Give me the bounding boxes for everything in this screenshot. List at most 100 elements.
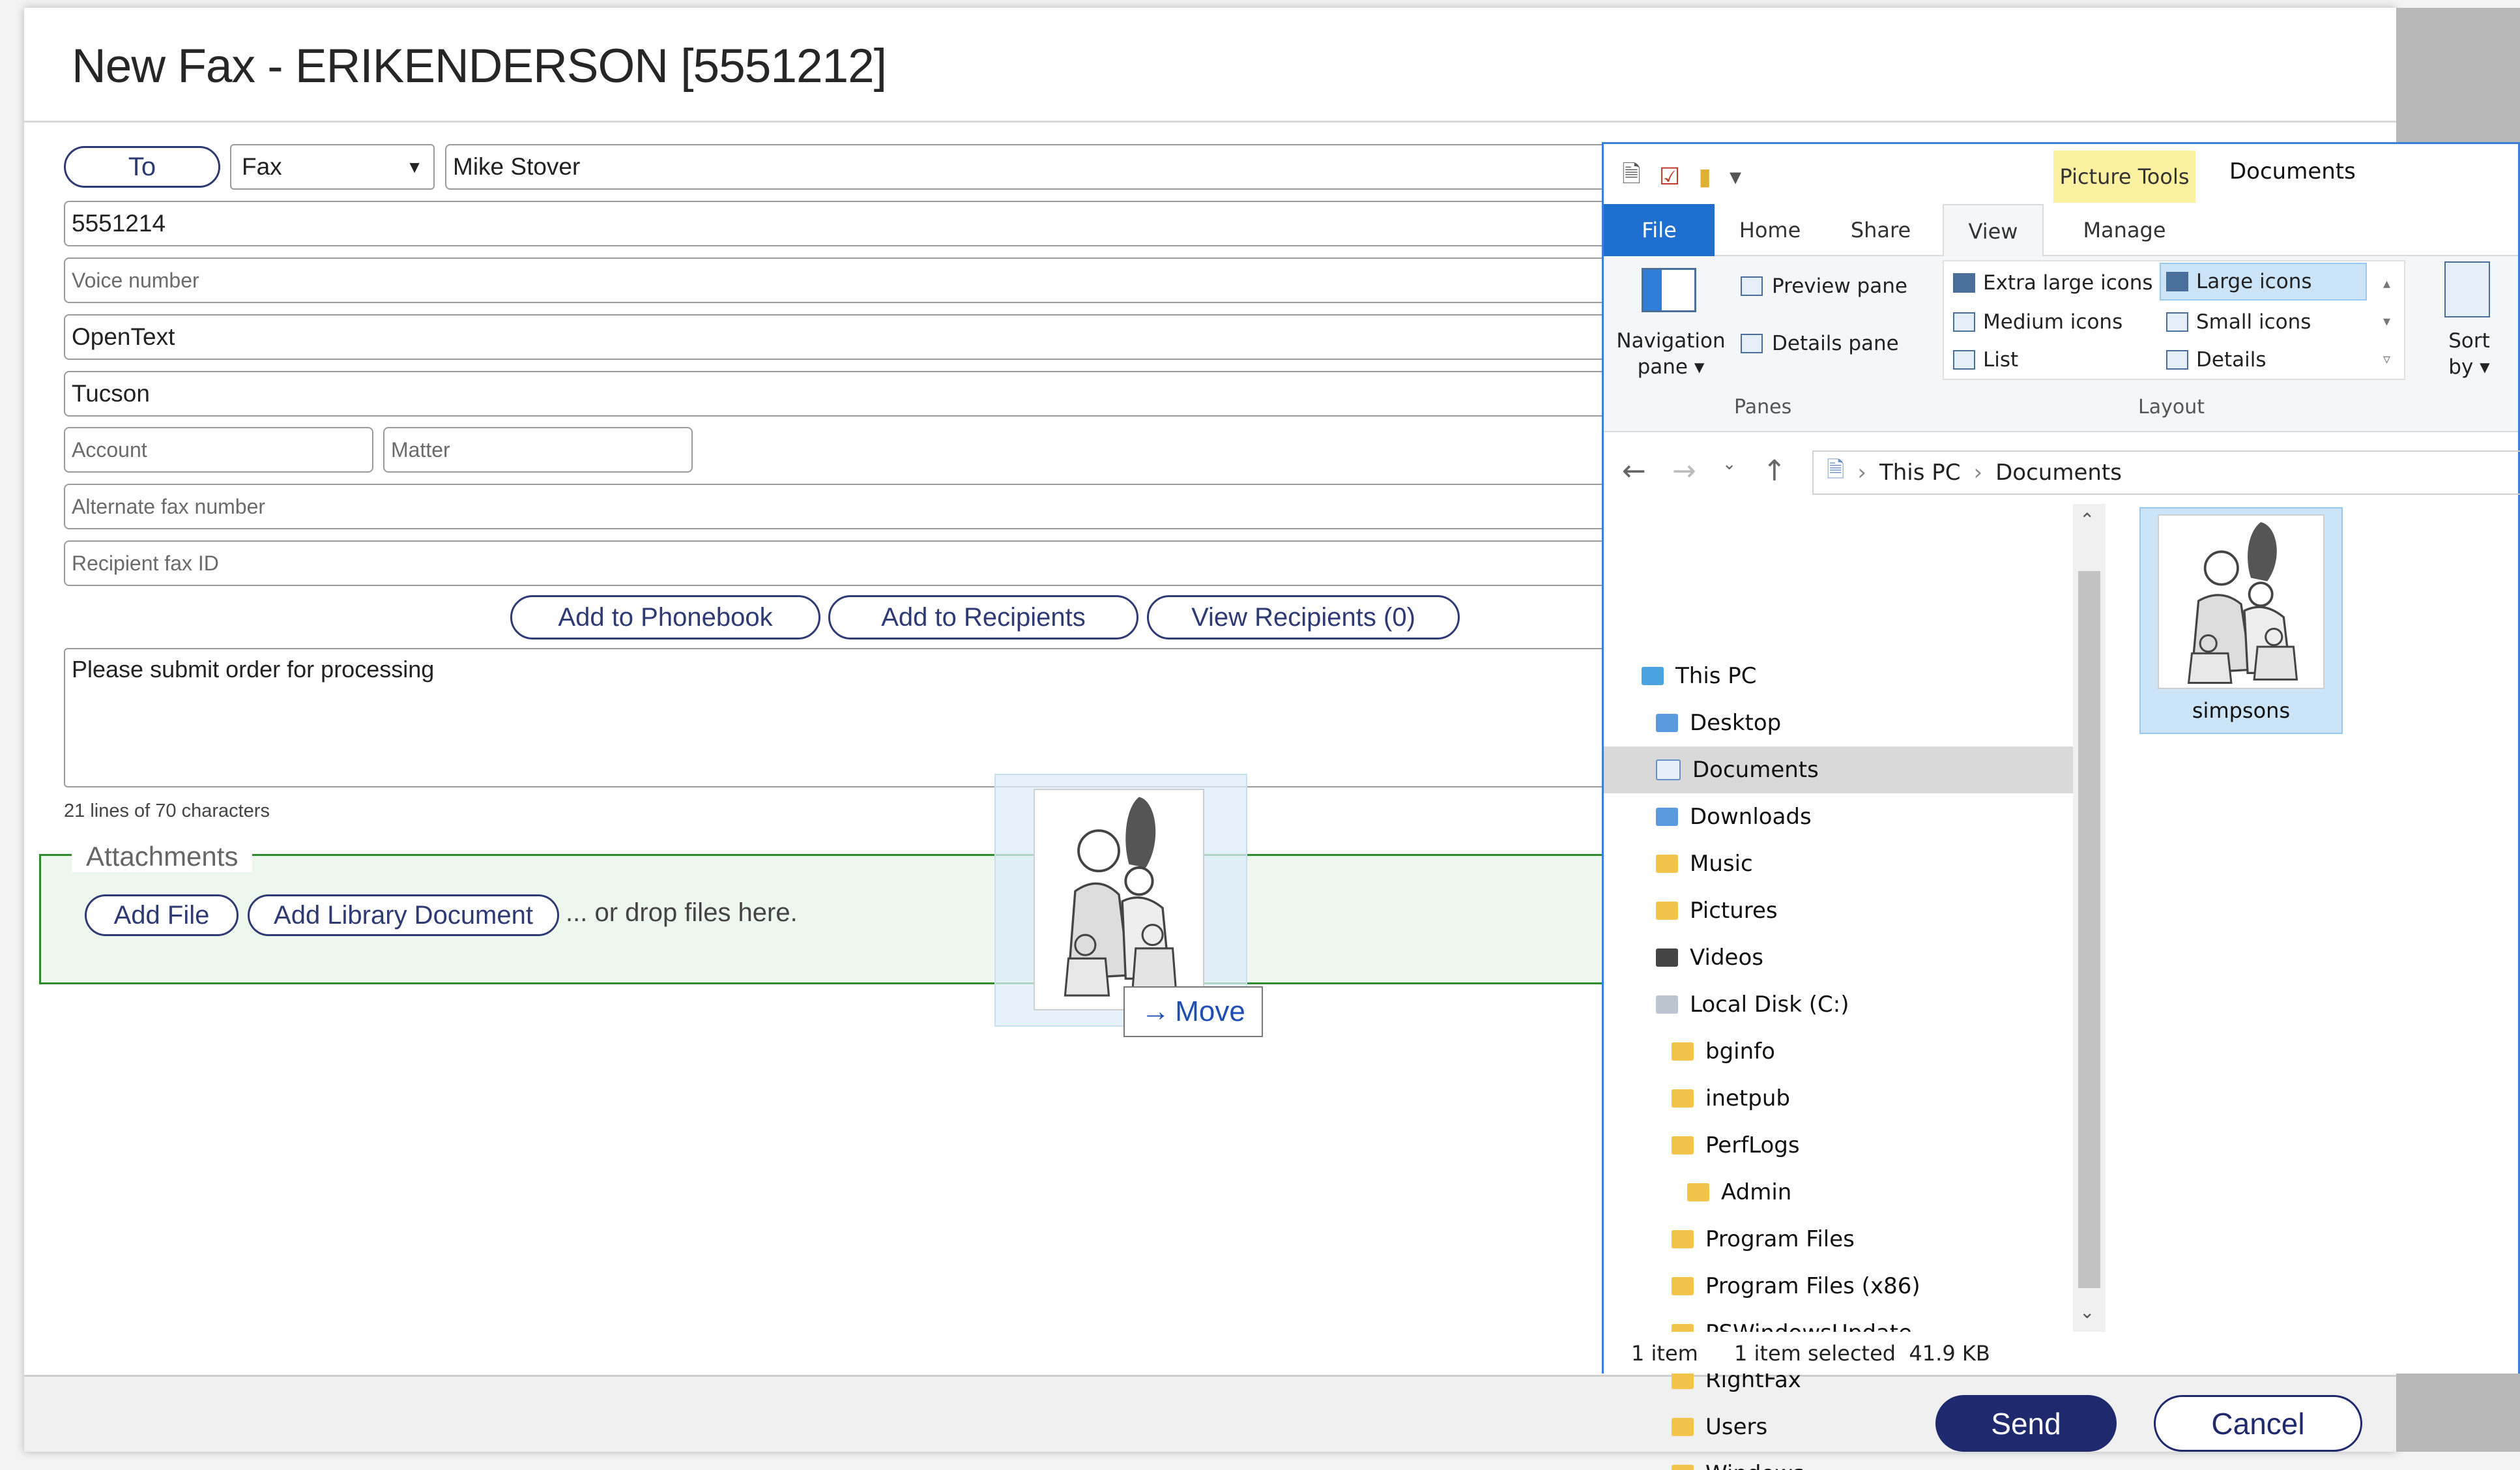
tree-scrollbar-thumb[interactable] xyxy=(2078,571,2100,1288)
properties-icon[interactable]: 🗎 xyxy=(1622,157,1641,197)
recent-locations-icon[interactable]: ⌄ xyxy=(1722,454,1737,488)
back-arrow-icon[interactable]: ← xyxy=(1622,454,1646,488)
tab-share[interactable]: Share xyxy=(1825,204,1936,256)
city-field[interactable]: Tucson xyxy=(64,371,1621,417)
recipient-fax-id-field[interactable]: Recipient fax ID xyxy=(64,540,1621,586)
add-to-phonebook-button[interactable]: Add to Phonebook xyxy=(510,595,820,639)
large-icons-icon xyxy=(2166,272,2188,291)
details-icon xyxy=(2166,350,2188,370)
account-field[interactable]: Account xyxy=(64,427,373,473)
alternate-fax-field[interactable]: Alternate fax number xyxy=(64,484,1621,529)
medium-icons-option[interactable]: Medium icons xyxy=(1948,303,2128,341)
music-folder-icon xyxy=(1656,855,1678,873)
list-label: List xyxy=(1983,348,2019,372)
tree-item-program-files[interactable]: Program Files xyxy=(1672,1216,1855,1263)
chevron-down-icon: ▼ xyxy=(406,156,423,177)
tab-manage[interactable]: Manage xyxy=(2053,204,2195,256)
tree-item-music[interactable]: Music xyxy=(1656,840,1753,887)
matter-field[interactable]: Matter xyxy=(383,427,693,473)
breadcrumb-separator-icon: › xyxy=(1857,460,1866,486)
view-recipients-button[interactable]: View Recipients (0) xyxy=(1147,595,1460,639)
tree-item-pictures[interactable]: Pictures xyxy=(1656,887,1778,934)
tree-item-windows-clip: Windows xyxy=(1604,1450,2073,1470)
scroll-up-icon[interactable]: ⌃ xyxy=(2079,509,2094,531)
list-option[interactable]: List xyxy=(1948,341,2023,379)
extra-large-icons-option[interactable]: Extra large icons xyxy=(1948,264,2158,302)
to-button[interactable]: To xyxy=(64,146,220,188)
tab-view[interactable]: View xyxy=(1943,204,2044,257)
tree-item-label: Documents xyxy=(1692,757,1819,783)
tree-item-windows[interactable]: Windows xyxy=(1672,1450,1804,1470)
checkmark-icon[interactable]: ☑ xyxy=(1659,164,1680,190)
tree-item-videos[interactable]: Videos xyxy=(1656,934,1763,981)
add-to-recipients-button[interactable]: Add to Recipients xyxy=(828,595,1138,639)
scroll-down-icon[interactable]: ⌄ xyxy=(2079,1301,2094,1323)
status-bar: 1 item 1 item selected 41.9 KB xyxy=(1604,1332,2518,1374)
layout-scroll-icons[interactable]: ▴ ▾ ▿ xyxy=(2383,265,2390,379)
send-button[interactable]: Send xyxy=(1935,1395,2117,1452)
tree-item-users[interactable]: Users xyxy=(1672,1404,1767,1450)
recipient-name-field[interactable]: Mike Stover xyxy=(445,144,1618,190)
sort-by-label-1: Sort xyxy=(2448,329,2490,353)
fax-type-value: Fax xyxy=(242,153,282,180)
forward-arrow-icon[interactable]: → xyxy=(1672,454,1696,488)
computer-icon xyxy=(1642,667,1664,685)
pictures-folder-icon xyxy=(1656,902,1678,920)
cancel-button[interactable]: Cancel xyxy=(2154,1395,2362,1452)
tree-item-label: Program Files xyxy=(1705,1226,1855,1252)
tree-item-label: Music xyxy=(1690,851,1753,877)
address-bar[interactable]: 🗎 › This PC › Documents xyxy=(1812,450,2520,495)
tree-item-admin[interactable]: Admin xyxy=(1687,1169,1791,1216)
tree-item-downloads[interactable]: Downloads xyxy=(1656,793,1812,840)
small-icons-option[interactable]: Small icons xyxy=(2161,303,2316,341)
downloads-folder-icon xyxy=(1656,808,1678,826)
character-info: 21 lines of 70 characters xyxy=(64,801,270,821)
new-folder-icon[interactable]: ▮ xyxy=(1698,164,1711,190)
sort-by-icon[interactable] xyxy=(2444,261,2490,317)
tab-home[interactable]: Home xyxy=(1715,204,1825,256)
status-selection: 1 item selected 41.9 KB xyxy=(1734,1341,1990,1366)
tree-item-inetpub[interactable]: inetpub xyxy=(1672,1075,1790,1122)
tree-item-documents[interactable]: Documents xyxy=(1604,746,2073,793)
fax-type-select[interactable]: Fax ▼ xyxy=(230,144,435,190)
tree-item-this-pc[interactable]: This PC xyxy=(1642,653,1757,699)
large-icons-label: Large icons xyxy=(2196,270,2312,293)
medium-icons-label: Medium icons xyxy=(1983,310,2123,334)
folder-icon xyxy=(1672,1230,1694,1248)
details-pane-button[interactable]: Details pane xyxy=(1741,332,1899,355)
tree-item-program-files-x86[interactable]: Program Files (x86) xyxy=(1672,1263,1920,1310)
navigation-pane-icon[interactable] xyxy=(1642,268,1696,312)
add-file-button[interactable]: Add File xyxy=(85,894,239,936)
extra-large-icons-label: Extra large icons xyxy=(1983,271,2153,295)
details-label: Details xyxy=(2196,348,2267,372)
company-field[interactable]: OpenText xyxy=(64,314,1621,360)
drive-icon xyxy=(1656,995,1678,1014)
tree-item-perflogs[interactable]: PerfLogs xyxy=(1672,1122,1800,1169)
folder-icon xyxy=(1687,1183,1709,1201)
preview-pane-button[interactable]: Preview pane xyxy=(1741,274,1907,298)
add-library-document-button[interactable]: Add Library Document xyxy=(248,894,559,936)
tree-item-label: Admin xyxy=(1721,1179,1792,1205)
details-option[interactable]: Details xyxy=(2161,341,2271,379)
up-arrow-icon[interactable]: ↑ xyxy=(1763,454,1787,488)
tree-item-label: inetpub xyxy=(1705,1085,1790,1111)
tree-item-bginfo[interactable]: bginfo xyxy=(1672,1028,1775,1075)
fax-number-field[interactable]: 5551214 xyxy=(64,201,1621,246)
extra-large-icons-icon xyxy=(1953,273,1975,293)
list-icon xyxy=(1953,350,1975,370)
cartoon-family-image xyxy=(1064,797,1178,997)
breadcrumb-documents[interactable]: Documents xyxy=(1995,460,2122,486)
message-textarea[interactable]: Please submit order for processing xyxy=(64,648,1621,787)
tab-file[interactable]: File xyxy=(1604,204,1715,256)
customize-toolbar-icon[interactable]: ▾ xyxy=(1730,164,1741,190)
dialog-title: New Fax - ERIKENDERSON [5551212] xyxy=(72,40,887,93)
sort-by-button[interactable]: Sort by ▾ xyxy=(2430,328,2508,380)
navigation-pane-button[interactable]: Navigation pane ▾ xyxy=(1615,328,1726,380)
voice-number-field[interactable]: Voice number xyxy=(64,257,1621,303)
tree-item-desktop[interactable]: Desktop xyxy=(1656,699,1781,746)
large-icons-option[interactable]: Large icons xyxy=(2160,263,2367,301)
details-pane-icon xyxy=(1741,334,1763,353)
breadcrumb-this-pc[interactable]: This PC xyxy=(1879,460,1961,486)
desktop-folder-icon xyxy=(1656,714,1678,732)
tree-item-local-disk[interactable]: Local Disk (C:) xyxy=(1656,981,1849,1028)
